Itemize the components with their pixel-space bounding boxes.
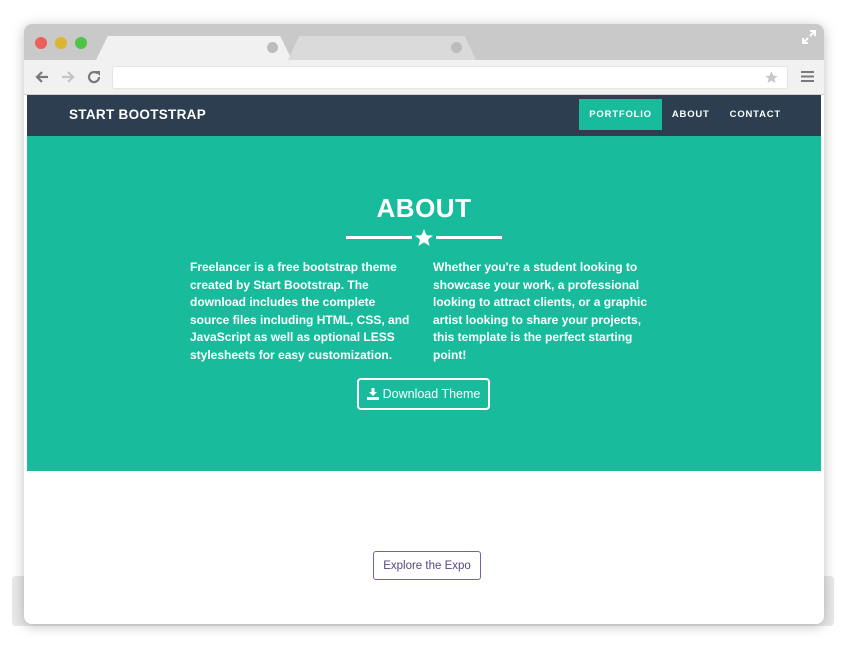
download-theme-label: Download Theme <box>382 387 481 401</box>
tab-close-icon[interactable] <box>267 42 278 53</box>
browser-tab-active[interactable] <box>96 36 292 60</box>
about-title: ABOUT <box>376 193 472 223</box>
download-icon <box>366 388 379 400</box>
menu-icon[interactable] <box>801 70 814 83</box>
browser-toolbar <box>24 60 824 95</box>
about-text-right: Whether you're a student looking to show… <box>433 260 648 362</box>
minimize-window-button[interactable] <box>55 37 67 49</box>
maximize-window-button[interactable] <box>75 37 87 49</box>
back-icon[interactable] <box>34 69 50 85</box>
about-text-left: Freelancer is a free bootstrap theme cre… <box>190 260 410 362</box>
divider-star-icon <box>346 229 502 246</box>
web-page: START BOOTSTRAP PORTFOLIO ABOUT CONTACT … <box>27 95 821 624</box>
tab-close-icon[interactable] <box>451 42 462 53</box>
site-brand[interactable]: START BOOTSTRAP <box>69 107 206 122</box>
tab-bar <box>24 24 824 60</box>
close-window-button[interactable] <box>35 37 47 49</box>
site-navbar: START BOOTSTRAP PORTFOLIO ABOUT CONTACT <box>27 95 821 136</box>
nav-link-contact[interactable]: CONTACT <box>720 99 791 130</box>
reload-icon[interactable] <box>86 69 102 85</box>
address-bar[interactable] <box>112 66 788 89</box>
nav-links: PORTFOLIO ABOUT CONTACT <box>579 99 791 130</box>
about-section: ABOUT Freelancer is a free bootstrap the… <box>27 136 821 471</box>
browser-window: START BOOTSTRAP PORTFOLIO ABOUT CONTACT … <box>24 24 824 624</box>
download-theme-button[interactable]: Download Theme <box>357 378 490 410</box>
expand-icon[interactable] <box>802 30 816 44</box>
nav-link-about[interactable]: ABOUT <box>662 99 720 130</box>
star-icon[interactable] <box>764 70 779 85</box>
nav-link-portfolio[interactable]: PORTFOLIO <box>579 99 662 130</box>
explore-expo-button[interactable]: Explore the Expo <box>373 551 481 580</box>
browser-tab-inactive[interactable] <box>288 36 476 60</box>
forward-icon[interactable] <box>60 69 76 85</box>
